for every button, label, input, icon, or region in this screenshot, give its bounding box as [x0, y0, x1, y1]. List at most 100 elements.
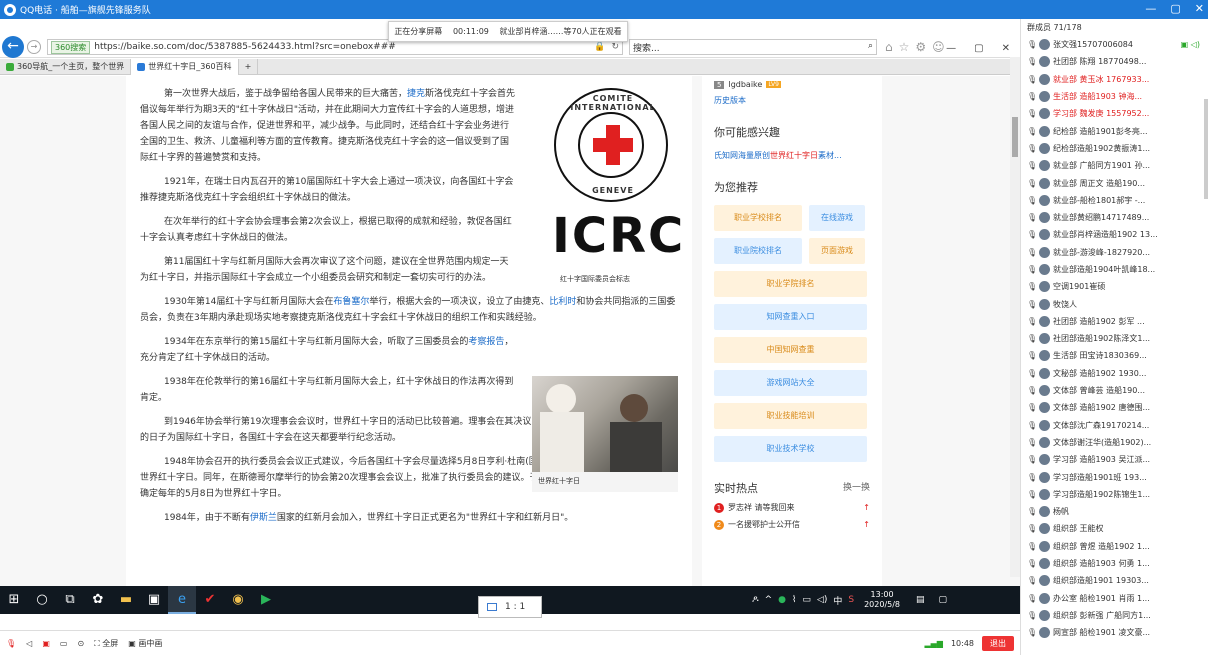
- member-item[interactable]: 🎙 纪检部 造船1901彭冬亮...: [1021, 122, 1208, 139]
- member-item[interactable]: 🎙 就业部 广船同方1901 孙...: [1021, 157, 1208, 174]
- rec-button[interactable]: 职业学校排名: [714, 205, 802, 231]
- refresh-hot-button[interactable]: 换一换: [843, 480, 870, 496]
- notes-icon[interactable]: ▤: [916, 595, 925, 605]
- rec-button[interactable]: 页面游戏: [809, 238, 865, 264]
- folder-icon[interactable]: ▬: [112, 586, 140, 614]
- member-item[interactable]: 🎙 就业部-游浚峰-1827920...: [1021, 244, 1208, 261]
- link-belgium[interactable]: 比利时: [549, 297, 576, 307]
- qq-minimize-button[interactable]: —: [1145, 2, 1156, 15]
- store-icon[interactable]: ▣: [140, 586, 168, 614]
- member-scrollbar[interactable]: [1204, 99, 1208, 199]
- search-engine-selector[interactable]: 360搜索: [51, 40, 91, 54]
- wechat-icon[interactable]: ●: [778, 595, 786, 605]
- home-icon[interactable]: ⌂: [885, 40, 893, 54]
- member-item[interactable]: 🎙 学习部 魏发庚 1557952...: [1021, 105, 1208, 122]
- member-item[interactable]: 🎙 社团部 造船1902 彭军 ...: [1021, 313, 1208, 330]
- member-item[interactable]: 🎙 张文强15707006084 ▣ ◁): [1021, 36, 1208, 53]
- fullscreen-button[interactable]: ⛶ 全屏: [94, 638, 118, 649]
- search-circle-icon[interactable]: ○: [28, 586, 56, 614]
- screen-share-icon[interactable]: ▭: [60, 639, 68, 648]
- member-item[interactable]: 🎙 就业部肖梓涵造船1902 13...: [1021, 226, 1208, 243]
- exit-call-button[interactable]: 退出: [982, 635, 1014, 651]
- member-item[interactable]: 🎙 文秘部 造船1902 1930...: [1021, 365, 1208, 382]
- icrc-logo-image[interactable]: COMITE INTERNATIONAL GENEVE ICRC 红十字国际委员…: [550, 88, 683, 283]
- member-item[interactable]: 🎙 组织部造船1901 19303...: [1021, 572, 1208, 589]
- qq-close-button[interactable]: ✕: [1195, 2, 1204, 15]
- rec-button[interactable]: 游戏网站大全: [714, 370, 867, 396]
- task-view-icon[interactable]: ⧉: [56, 586, 84, 614]
- forward-arrow-icon[interactable]: →: [27, 40, 41, 54]
- new-tab-button[interactable]: +: [239, 59, 259, 75]
- rec-button[interactable]: 中国知网查重: [714, 337, 867, 363]
- gear-icon[interactable]: ⚙: [915, 40, 926, 54]
- speaker-icon[interactable]: ◁: [26, 639, 32, 648]
- member-item[interactable]: 🎙 学习部造船1902陈锦生1...: [1021, 486, 1208, 503]
- tab-red-cross-day[interactable]: 世界红十字日_360百科: [131, 59, 239, 75]
- ime-indicator[interactable]: 中: [833, 594, 842, 607]
- refresh-icon[interactable]: ↻: [611, 42, 619, 52]
- member-item[interactable]: 🎙 就业部-船检1801郝宇 -...: [1021, 192, 1208, 209]
- member-item[interactable]: 🎙 办公室 船检1901 肖雨 1...: [1021, 590, 1208, 607]
- url-text[interactable]: https://baike.so.com/doc/5387885-5624433…: [94, 42, 588, 52]
- antivirus-icon[interactable]: ✔: [196, 586, 224, 614]
- member-item[interactable]: 🎙 生活部 田宝诗1830369...: [1021, 347, 1208, 364]
- member-item[interactable]: 🎙 文体部 造船1902 唐德围...: [1021, 399, 1208, 416]
- pip-button[interactable]: ▣ 画中画: [128, 638, 162, 649]
- zoom-indicator[interactable]: 1 : 1: [478, 596, 542, 618]
- mic-muted-icon[interactable]: 🎙: [6, 639, 16, 648]
- clock[interactable]: 13:00 2020/5/8: [864, 590, 900, 610]
- people-icon[interactable]: ዶ: [752, 595, 759, 605]
- ie-browser-icon[interactable]: e: [168, 586, 196, 614]
- battery-icon[interactable]: ▭: [802, 595, 811, 605]
- record-icon[interactable]: ⊙: [77, 639, 84, 648]
- sogou-icon[interactable]: S: [848, 595, 854, 605]
- link-brussels[interactable]: 布鲁塞尔: [333, 297, 369, 307]
- rec-button[interactable]: 在线游戏: [809, 205, 865, 231]
- app-icon[interactable]: ✿: [84, 586, 112, 614]
- member-item[interactable]: 🎙 牧饶人: [1021, 295, 1208, 312]
- member-item[interactable]: 🎙 就业部黄绍鹏14717489...: [1021, 209, 1208, 226]
- link-report[interactable]: 考察报告: [468, 337, 504, 347]
- browser-restore-button[interactable]: ▢: [974, 43, 983, 54]
- member-item[interactable]: 🎙 空调1901崔硕: [1021, 278, 1208, 295]
- member-item[interactable]: 🎙 网宣部 船检1901 凌文豪...: [1021, 624, 1208, 641]
- chrome-icon[interactable]: ◉: [224, 586, 252, 614]
- member-item[interactable]: 🎙 社团部 陈翔 18770498...: [1021, 53, 1208, 70]
- member-item[interactable]: 🎙 就业部 周正文 造船190...: [1021, 174, 1208, 191]
- rec-button[interactable]: 职业学院排名: [714, 271, 867, 297]
- search-input[interactable]: 搜索... ⌕: [629, 39, 877, 55]
- rec-button[interactable]: 职业技能培训: [714, 403, 867, 429]
- member-item[interactable]: 🎙 学习部 造船1903 吴江派...: [1021, 451, 1208, 468]
- member-item[interactable]: 🎙 生活部 造船1903 钟海...: [1021, 88, 1208, 105]
- back-arrow-icon[interactable]: ←: [2, 36, 24, 58]
- search-icon[interactable]: ⌕: [868, 41, 873, 53]
- hot-item[interactable]: 2 一名援鄂护士公开信 ↑: [714, 519, 870, 530]
- rec-button[interactable]: 职业院校排名: [714, 238, 802, 264]
- member-item[interactable]: 🎙 就业部造船1904叶凯峰18...: [1021, 261, 1208, 278]
- member-item[interactable]: 🎙 组织部 曾煜 造船1902 1...: [1021, 538, 1208, 555]
- member-item[interactable]: 🎙 组织部 彭新强 广船同方1...: [1021, 607, 1208, 624]
- tab-360-nav[interactable]: 360导航_一个主页，整个世界: [0, 59, 132, 75]
- network-icon[interactable]: ⌇: [792, 595, 796, 605]
- link-czech[interactable]: 捷克: [407, 89, 425, 99]
- windows-start-icon[interactable]: ⊞: [0, 586, 28, 614]
- member-item[interactable]: 🎙 文体部沈广森19170214...: [1021, 417, 1208, 434]
- qq-restore-button[interactable]: ▢: [1170, 2, 1180, 15]
- history-link[interactable]: 历史版本: [714, 95, 870, 106]
- volume-icon[interactable]: ◁): [817, 595, 827, 605]
- star-icon[interactable]: ☆: [899, 40, 910, 54]
- smiley-icon[interactable]: ☺: [932, 40, 945, 54]
- link-islam[interactable]: 伊斯兰: [250, 513, 277, 523]
- member-item[interactable]: 🎙 学习部造船1901班 193...: [1021, 468, 1208, 485]
- rec-button[interactable]: 知网查重入口: [714, 304, 867, 330]
- author-name[interactable]: lgdbaike: [728, 80, 762, 89]
- browser-close-button[interactable]: ✕: [1002, 43, 1010, 54]
- notification-icon[interactable]: ▢: [939, 595, 948, 605]
- member-item[interactable]: 🎙 社团部造船1902陈泽文1...: [1021, 330, 1208, 347]
- page-scrollbar[interactable]: [1010, 57, 1020, 577]
- player-icon[interactable]: ▶: [252, 586, 280, 614]
- camera-off-icon[interactable]: ▣: [42, 639, 50, 648]
- interest-link[interactable]: 氏知网海量原创世界红十字日素材...: [714, 150, 870, 161]
- red-cross-day-photo[interactable]: [532, 376, 678, 472]
- member-item[interactable]: 🎙 组织部 王能权: [1021, 520, 1208, 537]
